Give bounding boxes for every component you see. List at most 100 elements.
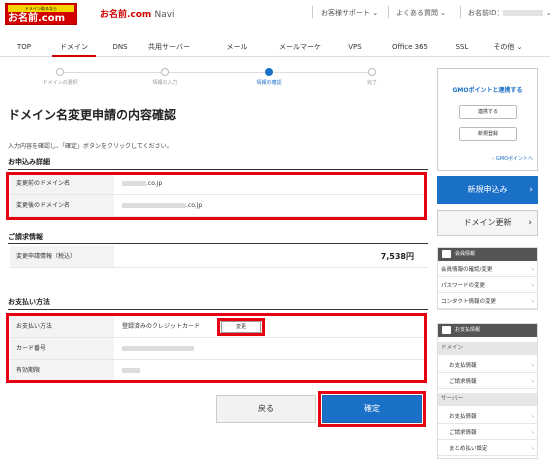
card-icon (442, 326, 451, 334)
tab-office365[interactable]: Office 365 (388, 37, 432, 57)
step-dot-active (265, 68, 273, 76)
progress-stepper: ドメインの選択 情報の入力 情報の確認 完了 (10, 63, 430, 93)
step-select-domain: ドメインの選択 (20, 67, 100, 86)
section-rule (8, 243, 428, 244)
gmo-point-title[interactable]: GMOポイントと連携する (438, 85, 537, 94)
table-row: カード番号 (10, 338, 428, 360)
sidebar-item-bundle-payment[interactable]: まとめ払い設定 › (437, 443, 538, 456)
tab-dns[interactable]: DNS (108, 37, 132, 57)
domain-suffix: .co.jp (186, 202, 203, 209)
faq-label: よくある質問 (396, 9, 438, 17)
expiry-value (122, 360, 140, 381)
sidebar-item-label: ご請求情報 (449, 379, 477, 385)
chevron-down-icon: ⌄ (516, 43, 523, 51)
payment-info-label: お支払情報 (455, 327, 481, 333)
tab-mail[interactable]: メール (222, 37, 252, 57)
sidebar-item-server-billing[interactable]: ご請求情報 › (437, 427, 538, 440)
user-id-menu[interactable]: お名前ID： ⌄ (468, 8, 550, 18)
domain-renew-button[interactable]: ドメイン更新 › (437, 210, 538, 236)
sidebar-item-member-info[interactable]: 会員情報の確認/変更 › (437, 264, 538, 277)
confirm-button[interactable]: 確定 (322, 395, 422, 423)
section-rule (8, 309, 428, 310)
step-label: 情報の確認 (256, 80, 282, 86)
sidebar-item-label: お支払情報 (449, 363, 477, 369)
logo-tagline: ドメイン取るなら (8, 5, 74, 12)
chevron-right-icon: › (531, 414, 534, 420)
sidebar-item-contact[interactable]: コンタクト情報の変更 › (437, 296, 538, 309)
payment-table: お支払い方法 登録済みのクレジットカード カード番号 有効期限 (10, 316, 428, 382)
gmo-point-link[interactable]: › GMOポイントへ (492, 155, 533, 162)
change-payment-button[interactable]: 変更 (221, 321, 261, 333)
chevron-right-icon: › (531, 363, 534, 369)
gmo-point-box: GMOポイントと連携する 連携する 新規登録 › GMOポイントへ (437, 68, 538, 171)
row-label: お支払い方法 (10, 316, 114, 337)
stepper-line (58, 72, 375, 73)
row-label: 変更前のドメイン名 (10, 173, 114, 194)
table-row: 変更前のドメイン名 .co.jp (10, 173, 428, 195)
app-suffix: Navi (154, 10, 175, 20)
table-row: 変更後のドメイン名 .co.jp (10, 195, 428, 217)
sidebar-group-domain: ドメイン (437, 342, 538, 355)
header-divider (312, 6, 313, 18)
user-id-label: お名前ID： (468, 9, 504, 17)
link-account-button[interactable]: 連携する (459, 105, 517, 119)
tab-shared-server[interactable]: 共用サーバー (140, 37, 198, 57)
support-label: お客様サポート (321, 9, 370, 17)
app-name: お名前.com (100, 10, 152, 20)
page-title: ドメイン名変更申請の内容確認 (8, 108, 177, 122)
chevron-right-icon: › (531, 267, 534, 273)
row-label: カード番号 (10, 338, 114, 359)
back-button[interactable]: 戻る (216, 395, 316, 423)
user-id-masked (503, 10, 544, 16)
chevron-down-icon: ⌄ (440, 9, 447, 17)
old-domain-value: .co.jp (122, 173, 162, 194)
tab-top[interactable]: TOP (10, 37, 38, 57)
step-confirm-info: 情報の確認 (229, 67, 309, 86)
user-icon (442, 250, 451, 258)
sidebar-item-domain-billing[interactable]: ご請求情報 › (437, 376, 538, 389)
gmo-point-link-label: GMOポイントへ (495, 156, 533, 162)
billing-section-title: ご請求情報 (8, 233, 43, 241)
masked-text (122, 181, 146, 186)
tab-domain[interactable]: ドメイン (52, 37, 96, 57)
register-button[interactable]: 新規登録 (459, 127, 517, 141)
masked-text (122, 346, 194, 351)
step-label: 完了 (366, 80, 377, 86)
card-number-value (122, 338, 194, 359)
sidebar-item-password[interactable]: パスワードの変更 › (437, 280, 538, 293)
member-info-header: 会員情報 (437, 247, 538, 261)
billing-amount: 7,538円 (380, 252, 414, 261)
renew-label: ドメイン更新 (463, 218, 512, 227)
new-apply-button[interactable]: 新規申込み › (437, 176, 538, 204)
onamae-logo[interactable]: ドメイン取るなら お名前.com (5, 3, 77, 25)
masked-text (122, 368, 140, 373)
step-complete: 完了 (332, 67, 412, 86)
sidebar-item-label: パスワードの変更 (441, 283, 486, 289)
masked-text (122, 203, 186, 208)
chevron-right-icon: › (528, 218, 532, 228)
chevron-down-icon: ⌄ (372, 9, 379, 17)
step-input-info: 情報の入力 (125, 67, 205, 86)
sidebar-item-server-payment[interactable]: お支払情報 › (437, 411, 538, 424)
tab-mail-marketing[interactable]: メールマーケ (276, 37, 324, 57)
header-divider (388, 6, 389, 18)
sidebar-item-label: コンタクト情報の変更 (441, 299, 497, 305)
tab-other[interactable]: その他 ⌄ (488, 37, 528, 57)
sidebar-item-label: まとめ払い設定 (449, 446, 488, 452)
step-label: 情報の入力 (152, 80, 178, 86)
tab-ssl[interactable]: SSL (450, 37, 474, 57)
faq-menu[interactable]: よくある質問 ⌄ (396, 8, 446, 18)
sidebar-item-domain-payment[interactable]: お支払情報 › (437, 360, 538, 373)
step-dot (161, 68, 169, 76)
step-label: ドメインの選択 (42, 80, 78, 86)
chevron-right-icon: › (531, 379, 534, 385)
app-title: お名前.com Navi (100, 7, 175, 20)
tab-vps[interactable]: VPS (342, 37, 368, 57)
chevron-right-icon: › (531, 283, 534, 289)
new-domain-value: .co.jp (122, 195, 202, 216)
support-menu[interactable]: お客様サポート ⌄ (321, 8, 378, 18)
step-dot (368, 68, 376, 76)
chevron-right-icon: › (531, 430, 534, 436)
sidebar-item-label: ご請求情報 (449, 430, 477, 436)
row-label: 有効期限 (10, 360, 114, 381)
